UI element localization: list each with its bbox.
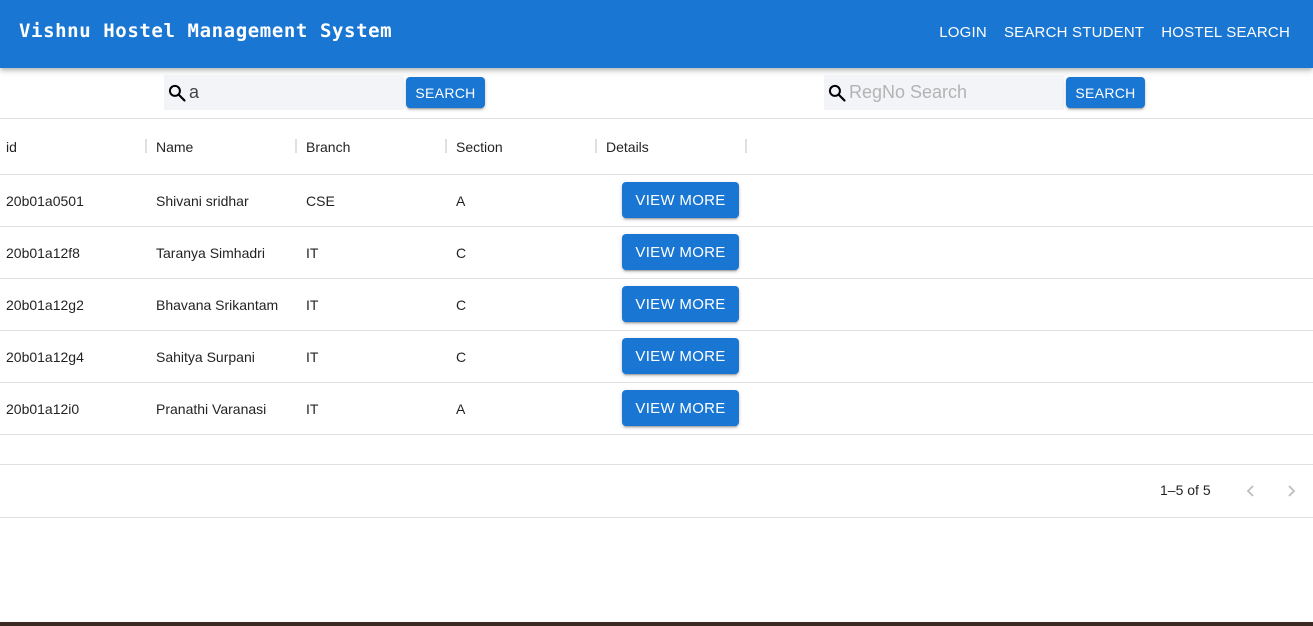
table-footer: 1–5 of 5 [0, 465, 1313, 517]
column-separator[interactable] [445, 139, 447, 153]
cell-branch: IT [306, 245, 319, 261]
cell-section: C [456, 349, 467, 365]
bottom-edge [0, 622, 1313, 626]
nav-hostel-search-link[interactable]: HOSTEL SEARCH [1161, 24, 1290, 41]
view-more-button[interactable]: VIEW MORE [622, 338, 739, 374]
row-divider [0, 434, 1313, 435]
nav-search-student-link[interactable]: SEARCH STUDENT [1004, 24, 1144, 41]
cell-name: Pranathi Varanasi [156, 401, 267, 417]
regno-search-box [824, 75, 1081, 110]
cell-section: A [456, 401, 466, 417]
view-more-button[interactable]: VIEW MORE [622, 286, 739, 322]
search-icon [167, 82, 187, 104]
name-search-input[interactable] [187, 75, 421, 110]
app-title: Vishnu Hostel Management System [19, 20, 393, 42]
column-header-name[interactable]: Name [156, 119, 193, 174]
cell-name: Shivani sridhar [156, 193, 249, 209]
column-header-branch[interactable]: Branch [306, 119, 350, 174]
top-nav: LOGIN SEARCH STUDENT HOSTEL SEARCH [939, 24, 1290, 41]
column-separator[interactable] [295, 139, 297, 153]
table-row: 20b01a12i0 Pranathi Varanasi IT A VIEW M… [0, 383, 1313, 435]
cell-branch: IT [306, 401, 319, 417]
view-more-button[interactable]: VIEW MORE [622, 182, 739, 218]
table-row: 20b01a0501 Shivani sridhar CSE A VIEW MO… [0, 175, 1313, 227]
cell-section: A [456, 193, 466, 209]
divider [0, 517, 1313, 518]
search-icon [827, 82, 847, 104]
cell-name: Sahitya Surpani [156, 349, 255, 365]
pagination-info: 1–5 of 5 [1160, 482, 1211, 498]
column-separator[interactable] [145, 139, 147, 153]
view-more-button[interactable]: VIEW MORE [622, 390, 739, 426]
cell-section: C [456, 297, 467, 313]
cell-name: Bhavana Srikantam [156, 297, 279, 313]
table-row: 20b01a12g4 Sahitya Surpani IT C VIEW MOR… [0, 331, 1313, 383]
column-separator[interactable] [595, 139, 597, 153]
regno-search-button[interactable]: SEARCH [1066, 77, 1145, 108]
table-row: 20b01a12g2 Bhavana Srikantam IT C VIEW M… [0, 279, 1313, 331]
chevron-right-icon[interactable] [1277, 477, 1305, 505]
regno-search-input[interactable] [847, 75, 1081, 110]
view-more-button[interactable]: VIEW MORE [622, 234, 739, 270]
cell-section: C [456, 245, 467, 261]
table-row: 20b01a12f8 Taranya Simhadri IT C VIEW MO… [0, 227, 1313, 279]
app-bar: Vishnu Hostel Management System LOGIN SE… [0, 0, 1313, 68]
name-search-button[interactable]: SEARCH [406, 77, 485, 108]
cell-id: 20b01a12f8 [6, 245, 80, 261]
cell-branch: IT [306, 349, 319, 365]
cell-id: 20b01a12g2 [6, 297, 84, 313]
cell-name: Taranya Simhadri [156, 245, 265, 261]
column-header-section[interactable]: Section [456, 119, 503, 174]
cell-id: 20b01a0501 [6, 193, 84, 209]
name-search-box [164, 75, 421, 110]
table-header: id Name Branch Section Details [0, 119, 1313, 174]
cell-id: 20b01a12g4 [6, 349, 84, 365]
nav-login-link[interactable]: LOGIN [939, 24, 987, 41]
column-header-id[interactable]: id [6, 119, 17, 174]
cell-id: 20b01a12i0 [6, 401, 80, 417]
cell-branch: CSE [306, 193, 335, 209]
column-separator[interactable] [745, 139, 747, 153]
column-header-details[interactable]: Details [606, 119, 649, 174]
cell-branch: IT [306, 297, 319, 313]
chevron-left-icon[interactable] [1237, 477, 1265, 505]
